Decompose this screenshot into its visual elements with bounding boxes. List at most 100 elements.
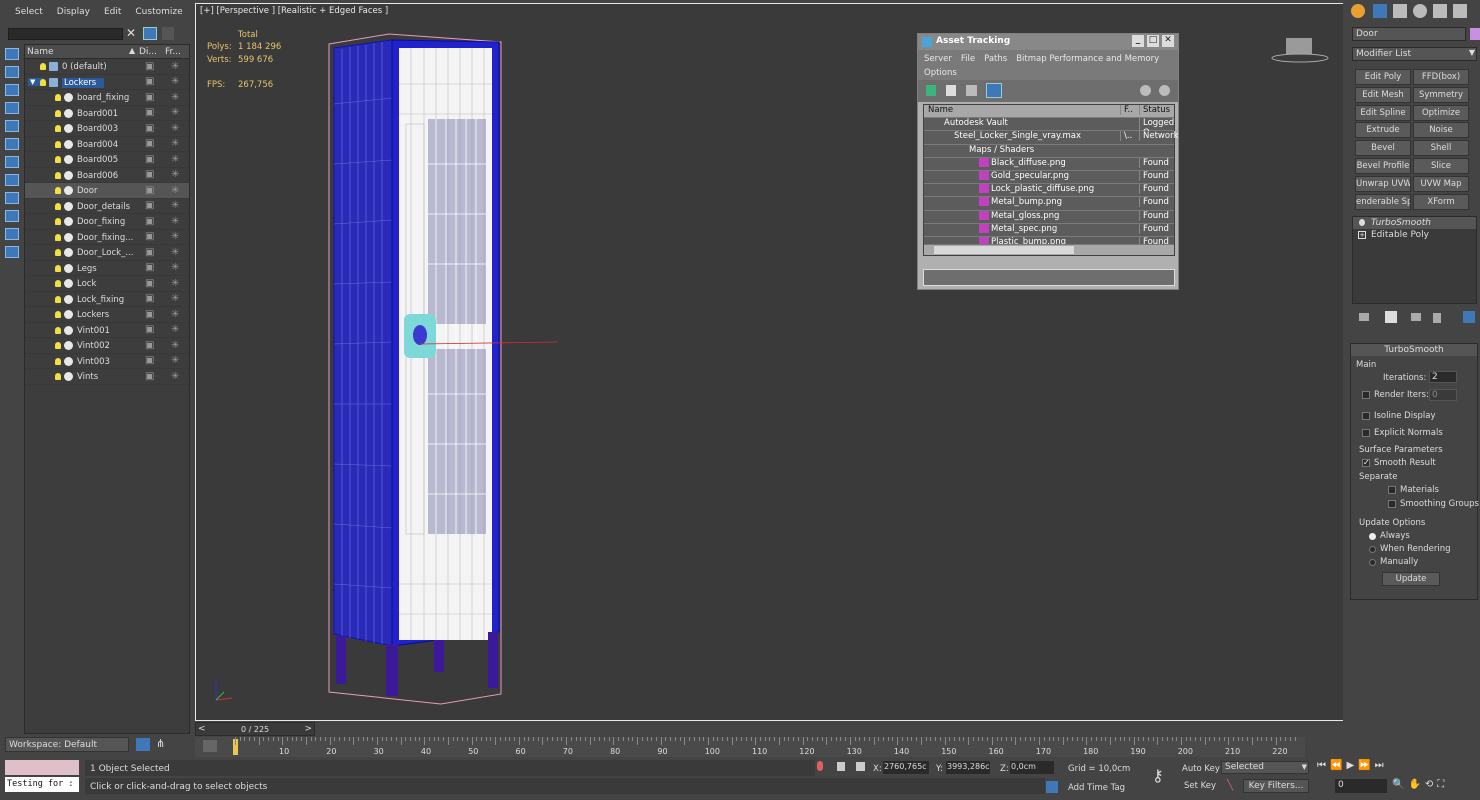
display-toggle-icon[interactable]: ▣ bbox=[145, 293, 154, 304]
display-toggle-icon[interactable]: ▣ bbox=[145, 200, 154, 211]
menu-customize[interactable]: Customize bbox=[128, 7, 189, 17]
visibility-bulb-icon[interactable] bbox=[55, 311, 61, 318]
asset-table-row[interactable]: Metal_spec.png Found bbox=[924, 223, 1174, 237]
freeze-toggle-icon[interactable]: ✳ bbox=[171, 185, 179, 196]
freeze-toggle-icon[interactable]: ✳ bbox=[171, 154, 179, 165]
spacewarps-filter-icon[interactable] bbox=[5, 192, 19, 204]
always-radio[interactable] bbox=[1369, 533, 1376, 540]
visibility-bulb-icon[interactable] bbox=[55, 249, 61, 256]
modifier-button[interactable]: FFD(box) bbox=[1413, 69, 1469, 85]
display-none-icon[interactable] bbox=[5, 48, 19, 60]
maxscript-listener-top[interactable] bbox=[5, 760, 79, 775]
y-coordinate-input[interactable]: 3993,286c bbox=[946, 761, 990, 774]
go-to-start-icon[interactable]: ⏮ bbox=[1317, 760, 1326, 776]
explorer-row[interactable]: Board001 ▣ ✳ bbox=[25, 106, 189, 121]
freeze-toggle-icon[interactable]: ✳ bbox=[171, 123, 179, 134]
freeze-toggle-icon[interactable]: ✳ bbox=[171, 138, 179, 149]
visibility-bulb-icon[interactable] bbox=[55, 156, 61, 163]
add-time-tag[interactable]: Add Time Tag bbox=[1068, 783, 1125, 793]
modifier-button[interactable]: Edit Spline bbox=[1355, 104, 1411, 121]
auto-key-button[interactable]: Auto Key bbox=[1182, 764, 1220, 774]
zoom-icon[interactable]: 🔍 bbox=[1392, 779, 1404, 795]
prev-frame-icon[interactable]: ⏪ bbox=[1330, 760, 1342, 776]
freeze-toggle-icon[interactable]: ✳ bbox=[171, 107, 179, 118]
time-slider-next-icon[interactable]: > bbox=[304, 724, 312, 734]
stack-item-turbosmooth[interactable]: TurboSmooth bbox=[1353, 217, 1476, 229]
explorer-row[interactable]: 0 (default) ▣ ✳ bbox=[25, 59, 189, 75]
explorer-row[interactable]: Vint001 ▣ ✳ bbox=[25, 323, 189, 338]
freeze-toggle-icon[interactable]: ✳ bbox=[171, 309, 179, 320]
maxscript-listener[interactable]: Testing for : bbox=[5, 777, 79, 792]
trackbar[interactable]: 10 20 30 40 50 60 70 80 90 100 110 120 130 140 150 160 1… bbox=[195, 737, 1305, 757]
modifier-stack[interactable]: TurboSmooth + Editable Poly bbox=[1352, 216, 1477, 304]
display-all-icon[interactable] bbox=[5, 66, 19, 78]
asset-col-status[interactable]: Status bbox=[1139, 105, 1179, 115]
hierarchy-tab-icon[interactable] bbox=[1393, 4, 1407, 18]
x-coordinate-input[interactable]: 2760,765c bbox=[883, 761, 929, 774]
visibility-bulb-icon[interactable] bbox=[40, 78, 46, 86]
menu-edit[interactable]: Edit bbox=[97, 7, 128, 17]
display-toggle-icon[interactable]: ▣ bbox=[145, 154, 154, 165]
key-filters-button[interactable]: Key Filters... bbox=[1243, 779, 1309, 793]
menu-display[interactable]: Display bbox=[50, 7, 97, 17]
freeze-toggle-icon[interactable]: ✳ bbox=[171, 61, 179, 72]
display-toggle-icon[interactable]: ▣ bbox=[145, 138, 154, 149]
list-view-icon[interactable] bbox=[946, 85, 956, 96]
visibility-bulb-icon[interactable] bbox=[55, 218, 61, 225]
display-toggle-icon[interactable]: ▣ bbox=[145, 309, 154, 320]
modifier-list-dropdown[interactable]: Modifier List ▼ bbox=[1352, 47, 1477, 61]
display-tab-icon[interactable] bbox=[1433, 4, 1447, 18]
layer-icon[interactable] bbox=[162, 27, 174, 40]
close-icon[interactable]: ✕ bbox=[1162, 35, 1174, 47]
freeze-toggle-icon[interactable]: ✳ bbox=[171, 200, 179, 211]
lock-selection-icon[interactable] bbox=[837, 762, 845, 771]
isoline-checkbox[interactable] bbox=[1362, 412, 1370, 420]
expand-icon[interactable]: + bbox=[1358, 231, 1366, 239]
freeze-toggle-icon[interactable]: ✳ bbox=[171, 76, 179, 87]
explorer-row[interactable]: Board004 ▣ ✳ bbox=[25, 137, 189, 152]
go-to-end-icon[interactable]: ⏭ bbox=[1375, 760, 1384, 776]
hierarchy-icon[interactable]: ⋔ bbox=[156, 737, 165, 750]
curve-editor-icon[interactable] bbox=[203, 740, 217, 752]
modifier-button[interactable]: UVW Map bbox=[1413, 175, 1469, 192]
explorer-row[interactable]: ▼ Lockers ▣ ✳ bbox=[25, 75, 189, 90]
visibility-bulb-icon[interactable] bbox=[55, 280, 61, 287]
display-toggle-icon[interactable]: ▣ bbox=[145, 61, 154, 72]
asset-menu-paths[interactable]: Paths bbox=[984, 54, 1007, 64]
modify-tab-icon[interactable] bbox=[1373, 4, 1387, 18]
layer-explorer-icon[interactable] bbox=[136, 738, 150, 751]
display-toggle-icon[interactable]: ▣ bbox=[145, 324, 154, 335]
play-icon[interactable]: ▶ bbox=[1346, 760, 1354, 776]
smooth-result-checkbox[interactable]: ✓ bbox=[1362, 459, 1370, 467]
visibility-bulb-icon[interactable] bbox=[55, 357, 61, 365]
rollout-header[interactable]: TurboSmooth bbox=[1351, 344, 1477, 356]
display-toggle-icon[interactable]: ▣ bbox=[145, 123, 154, 134]
freeze-toggle-icon[interactable]: ✳ bbox=[171, 278, 179, 289]
modifier-button[interactable]: Unwrap UVW bbox=[1355, 175, 1411, 192]
z-coordinate-input[interactable]: 0,0cm bbox=[1010, 761, 1054, 774]
explicit-normals-checkbox[interactable] bbox=[1362, 429, 1370, 437]
xrefs-filter-icon[interactable] bbox=[5, 228, 19, 240]
modifier-button[interactable]: Slice bbox=[1413, 158, 1469, 174]
explorer-row[interactable]: Door_fixing... ▣ ✳ bbox=[25, 230, 189, 245]
visibility-bulb-icon[interactable] bbox=[40, 63, 46, 70]
display-toggle-icon[interactable]: ▣ bbox=[145, 262, 154, 273]
visibility-bulb-icon[interactable] bbox=[55, 187, 61, 194]
key-icon[interactable]: ⚷ bbox=[1152, 766, 1164, 785]
create-tab-icon[interactable] bbox=[1351, 4, 1365, 18]
display-toggle-icon[interactable]: ▣ bbox=[145, 216, 154, 227]
materials-checkbox[interactable] bbox=[1388, 486, 1396, 494]
explorer-row[interactable]: Lock ▣ ✳ bbox=[25, 276, 189, 292]
asset-path-field[interactable] bbox=[923, 269, 1175, 286]
show-end-result-icon[interactable] bbox=[1385, 311, 1397, 323]
time-slider[interactable]: < 0 / 225 > bbox=[195, 722, 315, 736]
modifier-button[interactable]: Bevel bbox=[1355, 140, 1411, 157]
explorer-row[interactable]: Vint002 ▣ ✳ bbox=[25, 338, 189, 354]
visibility-bulb-icon[interactable] bbox=[55, 94, 61, 101]
display-toggle-icon[interactable]: ▣ bbox=[145, 76, 154, 87]
explorer-row[interactable]: Lockers ▣ ✳ bbox=[25, 307, 189, 323]
help-icon[interactable] bbox=[1140, 85, 1151, 96]
menu-select[interactable]: Select bbox=[8, 7, 50, 17]
modifier-button[interactable]: Optimize bbox=[1413, 104, 1469, 121]
freeze-toggle-icon[interactable]: ✳ bbox=[171, 371, 179, 382]
